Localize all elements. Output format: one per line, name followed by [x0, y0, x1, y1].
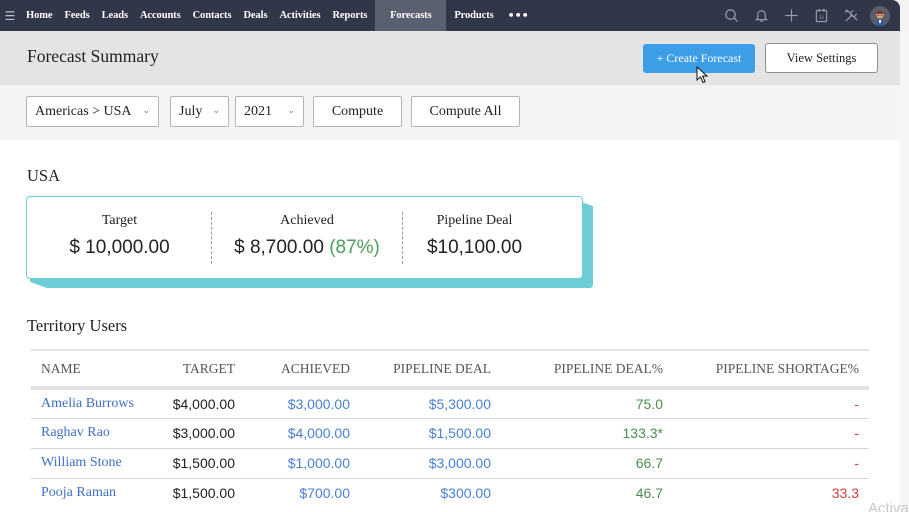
col-achieved[interactable]: ACHIEVED	[245, 349, 360, 390]
nav-contacts[interactable]: Contacts	[187, 0, 238, 31]
pipeline-cell[interactable]: $1,500.00	[360, 418, 501, 449]
compute-all-button[interactable]: Compute All	[411, 96, 520, 127]
user-link[interactable]: Amelia Burrows	[41, 396, 134, 411]
top-nav: ☰ Home Feeds Leads Accounts Contacts Dea…	[0, 0, 900, 31]
pipeline-stat: Pipeline Deal $10,100.00	[402, 197, 547, 278]
pipeline-cell[interactable]: $5,300.00	[360, 388, 501, 419]
nav-products[interactable]: Products	[448, 0, 499, 31]
achieved-cell[interactable]: $3,000.00	[245, 388, 360, 419]
shortage-pct-cell: -	[673, 388, 869, 419]
pipeline-pct-cell: 46.7	[635, 485, 663, 502]
main-content: USA Target $ 10,000.00 Achieved $ 8,700.…	[0, 140, 900, 512]
col-name[interactable]: NAME	[31, 349, 159, 390]
plus-icon[interactable]	[776, 0, 806, 31]
nav-reports[interactable]: Reports	[326, 0, 373, 31]
nav-leads[interactable]: Leads	[96, 0, 134, 31]
hamburger-icon[interactable]: ☰	[0, 0, 20, 31]
avatar[interactable]	[870, 5, 890, 26]
table-row: Raghav Rao $3,000.00 $4,000.00 $1,500.00…	[31, 418, 869, 449]
achieved-stat: Achieved $ 8,700.00 (87%)	[212, 197, 402, 278]
achieved-label: Achieved	[280, 213, 334, 228]
pipeline-pct-cell: 66.7	[501, 448, 673, 479]
achieved-value: $ 8,700.00	[234, 237, 324, 258]
achieved-cell[interactable]: $700.00	[245, 478, 360, 508]
svg-text:31: 31	[818, 15, 824, 20]
chevron-down-icon: ⌄	[142, 106, 150, 116]
target-label: Target	[101, 213, 138, 228]
nav-icons: 31	[716, 0, 890, 31]
table-row: Amelia Burrows $4,000.00 $3,000.00 $5,30…	[31, 388, 869, 419]
scrollbar-track[interactable]	[900, 31, 909, 512]
target-stat: Target $ 10,000.00	[27, 197, 212, 278]
target-cell: $4,000.00	[159, 388, 245, 419]
achieved-cell[interactable]: $1,000.00	[245, 448, 360, 479]
achieved-value-wrap: $ 8,700.00 (87%)	[212, 237, 402, 259]
summary-card: Target $ 10,000.00 Achieved $ 8,700.00 (…	[26, 196, 583, 279]
nav-feeds[interactable]: Feeds	[58, 0, 95, 31]
nav-deals[interactable]: Deals	[237, 0, 273, 31]
territory-users-title: Territory Users	[27, 316, 128, 335]
table-row: Pooja Raman $1,500.00 $700.00 $300.00 46…	[31, 478, 869, 508]
pipeline-label: Pipeline Deal	[436, 213, 513, 228]
search-icon[interactable]	[716, 0, 746, 31]
mouse-cursor-icon	[696, 66, 709, 84]
page-header: Forecast Summary + Create Forecast View …	[0, 31, 900, 85]
year-select-value: 2021	[244, 103, 272, 119]
shortage-pct-cell: -	[673, 418, 869, 449]
more-menu-button[interactable]: •••	[500, 0, 537, 31]
nav-forecasts[interactable]: Forecasts	[375, 0, 447, 31]
achieved-percent: (87%)	[329, 237, 380, 258]
nav-accounts[interactable]: Accounts	[134, 0, 187, 31]
shortage-pct-cell: -	[673, 448, 869, 479]
chevron-down-icon: ⌄	[212, 106, 220, 116]
col-pipeline-shortage-pct[interactable]: PIPELINE SHORTAGE%	[673, 349, 869, 390]
col-pipeline-deal-pct[interactable]: PIPELINE DEAL%	[501, 349, 673, 390]
achieved-cell[interactable]: $4,000.00	[245, 418, 360, 449]
pipeline-cell[interactable]: $300.00	[360, 478, 501, 508]
target-cell: $1,500.00	[172, 485, 235, 502]
month-select[interactable]: July ⌄	[170, 96, 229, 127]
shortage-pct-cell: 33.3	[831, 485, 859, 502]
chevron-down-icon: ⌄	[287, 106, 295, 116]
territory-select-value: Americas > USA	[35, 103, 132, 119]
view-settings-button[interactable]: View Settings	[765, 43, 878, 73]
user-link[interactable]: Pooja Raman	[41, 485, 116, 500]
filter-bar: Americas > USA ⌄ July ⌄ 2021 ⌄ Compute C…	[0, 85, 900, 140]
activation-watermark: Activate	[868, 500, 909, 512]
col-target[interactable]: TARGET	[159, 349, 245, 390]
page-title: Forecast Summary	[27, 46, 159, 66]
year-select[interactable]: 2021 ⌄	[235, 96, 304, 127]
territory-select[interactable]: Americas > USA ⌄	[26, 96, 159, 127]
territory-users-table: NAME TARGET ACHIEVED PIPELINE DEAL PIPEL…	[31, 349, 869, 508]
nav-activities[interactable]: Activities	[273, 0, 326, 31]
pipeline-pct-cell: 133.3*	[501, 418, 673, 449]
target-value: $ 10,000.00	[69, 237, 170, 258]
pipeline-value: $10,100.00	[426, 237, 523, 258]
compute-button[interactable]: Compute	[313, 96, 402, 127]
nav-home[interactable]: Home	[20, 0, 58, 31]
table-header-row: NAME TARGET ACHIEVED PIPELINE DEAL PIPEL…	[31, 349, 869, 390]
user-link[interactable]: William Stone	[41, 455, 122, 470]
table-row: William Stone $1,500.00 $1,000.00 $3,000…	[31, 448, 869, 479]
region-title: USA	[27, 166, 61, 185]
col-pipeline-deal[interactable]: PIPELINE DEAL	[360, 349, 501, 390]
bell-icon[interactable]	[746, 0, 776, 31]
pipeline-cell[interactable]: $3,000.00	[360, 448, 501, 479]
user-link[interactable]: Raghav Rao	[41, 425, 110, 440]
month-select-value: July	[179, 103, 203, 119]
calendar-icon[interactable]: 31	[806, 0, 836, 31]
target-cell: $1,500.00	[159, 448, 245, 479]
pipeline-pct-cell: 75.0	[501, 388, 673, 419]
target-cell: $3,000.00	[159, 418, 245, 449]
tools-icon[interactable]	[836, 0, 866, 31]
